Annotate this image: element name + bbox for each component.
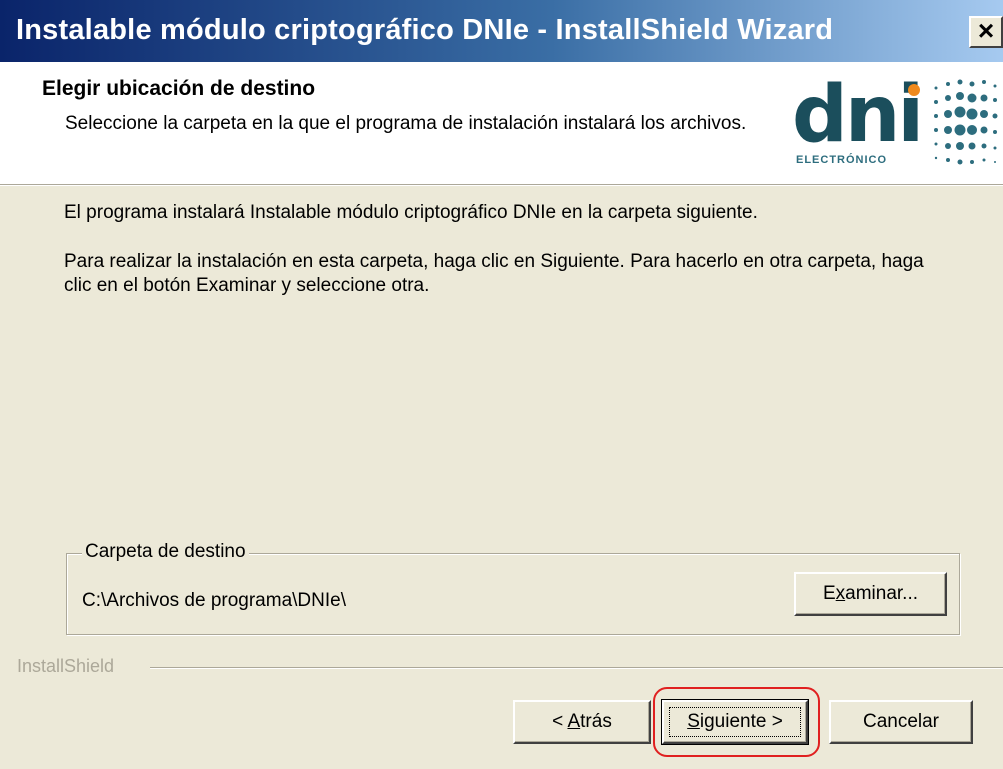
install-info-text: El programa instalará Instalable módulo … — [64, 202, 758, 223]
browse-button[interactable]: Examinar... — [794, 572, 947, 616]
installshield-brand: InstallShield — [17, 656, 121, 677]
browse-label-pre: E — [822, 583, 836, 604]
back-label-mnemonic: A — [567, 711, 581, 732]
browse-label-post: aminar... — [845, 583, 919, 604]
close-button[interactable]: × — [969, 16, 1003, 48]
destination-path: C:\Archivos de programa\DNIe\ — [82, 590, 346, 611]
logo-dots-icon — [908, 79, 998, 165]
instruction-text: Para realizar la instalación en esta car… — [64, 251, 924, 296]
installer-window: Instalable módulo criptográfico DNIe - I… — [0, 0, 1003, 769]
back-button[interactable]: < Atrás — [513, 700, 651, 744]
cancel-button[interactable]: Cancelar — [829, 700, 973, 744]
back-label-pre: < — [552, 711, 568, 732]
header-divider-highlight — [0, 185, 1003, 186]
window-title: Instalable módulo criptográfico DNIe - I… — [16, 14, 834, 46]
footer-divider-highlight — [150, 668, 1003, 669]
destination-folder-label: Carpeta de destino — [82, 541, 249, 563]
step-subtitle: Seleccione la carpeta en la que el progr… — [65, 113, 747, 134]
wizard-header: Elegir ubicación de destino Seleccione l… — [0, 62, 1003, 184]
close-icon: × — [977, 15, 995, 46]
browse-label-mnemonic: x — [835, 583, 846, 604]
focus-rectangle — [669, 707, 801, 737]
dni-logo: dni ELECTRÓNICO — [790, 74, 1000, 174]
step-title: Elegir ubicación de destino — [42, 77, 316, 100]
next-button[interactable]: Siguiente > — [661, 699, 809, 745]
back-label-post: trás — [580, 711, 612, 732]
title-bar[interactable]: Instalable módulo criptográfico DNIe - I… — [0, 0, 1003, 62]
